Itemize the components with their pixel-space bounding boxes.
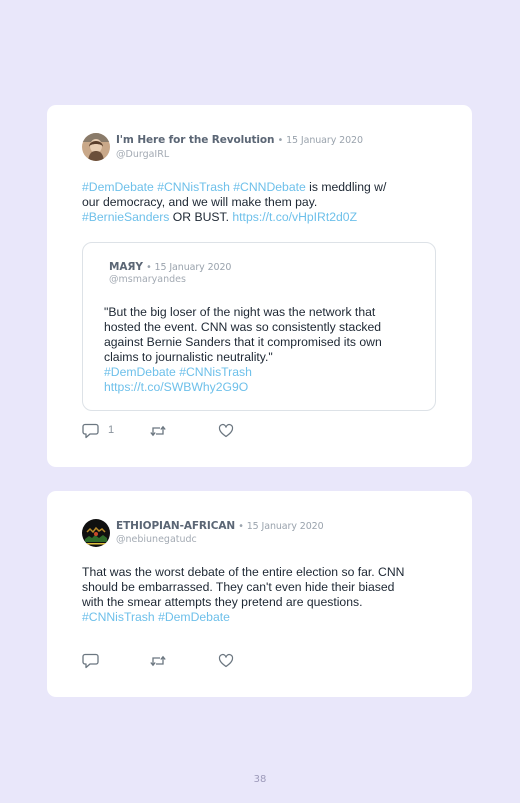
hashtag-cnnistrash[interactable]: #CNNisTrash xyxy=(179,365,252,379)
quoted-tweet[interactable]: MAЯY • 15 January 2020 @msmaryandes "But… xyxy=(82,242,436,411)
reply-count: 1 xyxy=(108,424,115,436)
quoted-link[interactable]: https://t.co/SWBWhy2G9O xyxy=(104,380,424,395)
reply-button[interactable]: 1 xyxy=(82,423,114,439)
tweet-actions: 1 xyxy=(82,423,252,439)
quoted-date: • 15 January 2020 xyxy=(146,262,232,273)
tweet-text-line: That was the worst debate of the entire … xyxy=(82,565,405,579)
quoted-text: "But the big loser of the night was the … xyxy=(104,305,424,395)
heart-icon xyxy=(218,423,234,438)
tweet-card-1: I'm Here for the Revolution • 15 January… xyxy=(47,105,472,467)
quoted-author-name[interactable]: MAЯY xyxy=(109,261,143,273)
tweet-link[interactable]: https://t.co/vHpIRt2d0Z xyxy=(232,210,357,224)
hashtag-demdebate[interactable]: #DemDebate xyxy=(82,180,154,194)
avatar[interactable] xyxy=(82,133,110,161)
hashtag-demdebate[interactable]: #DemDebate xyxy=(104,365,176,379)
tweet-header: ETHIOPIAN-AFRICAN • 15 January 2020 xyxy=(116,520,324,532)
retweet-button[interactable] xyxy=(149,653,167,669)
avatar[interactable] xyxy=(82,519,110,547)
hashtag-cnnistrash[interactable]: #CNNisTrash xyxy=(82,610,155,624)
tweet-text-line: our democracy, and we will make them pay… xyxy=(82,195,318,209)
quoted-text-line: "But the big loser of the night was the … xyxy=(104,305,376,319)
heart-icon xyxy=(218,653,234,668)
hashtag-demdebate[interactable]: #DemDebate xyxy=(158,610,230,624)
tweet-text-part: is meddling w/ xyxy=(305,180,387,194)
reply-icon xyxy=(82,423,99,439)
page-number: 38 xyxy=(253,774,267,785)
quoted-author-handle[interactable]: @msmaryandes xyxy=(109,274,186,285)
tweet-text: #DemDebate #CNNisTrash #CNNDebate is med… xyxy=(82,180,442,225)
author-handle[interactable]: @nebiunegatudc xyxy=(116,534,197,545)
retweet-icon xyxy=(150,655,166,667)
hashtag-cnndebate[interactable]: #CNNDebate xyxy=(233,180,305,194)
tweet-actions xyxy=(82,653,252,669)
author-handle[interactable]: @DurgaIRL xyxy=(116,149,169,160)
tweet-text-part: OR BUST. xyxy=(169,210,233,224)
quoted-text-line: against Bernie Sanders that it compromis… xyxy=(104,335,382,349)
author-name[interactable]: ETHIOPIAN-AFRICAN xyxy=(116,520,235,532)
quoted-header: MAЯY • 15 January 2020 xyxy=(109,261,231,273)
retweet-button[interactable] xyxy=(149,423,167,439)
reply-button[interactable] xyxy=(82,653,99,669)
tweet-card-2: ETHIOPIAN-AFRICAN • 15 January 2020 @neb… xyxy=(47,491,472,697)
retweet-icon xyxy=(150,425,166,437)
like-button[interactable] xyxy=(218,653,234,669)
tweet-text-line: with the smear attempts they pretend are… xyxy=(82,595,363,609)
quoted-text-line: claims to journalistic neutrality." xyxy=(104,350,273,364)
tweet-text-line: should be embarrassed. They can't even h… xyxy=(82,580,395,594)
quoted-text-line: hosted the event. CNN was so consistentl… xyxy=(104,320,382,334)
hashtag-berniesanders[interactable]: #BernieSanders xyxy=(82,210,169,224)
tweet-date: • 15 January 2020 xyxy=(238,521,324,532)
tweet-text: That was the worst debate of the entire … xyxy=(82,565,452,625)
tweet-date: • 15 January 2020 xyxy=(277,135,363,146)
like-button[interactable] xyxy=(218,423,234,439)
author-name[interactable]: I'm Here for the Revolution xyxy=(116,134,275,146)
tweet-header: I'm Here for the Revolution • 15 January… xyxy=(116,134,363,146)
hashtag-cnnistrash[interactable]: #CNNisTrash xyxy=(157,180,230,194)
reply-icon xyxy=(82,653,99,669)
